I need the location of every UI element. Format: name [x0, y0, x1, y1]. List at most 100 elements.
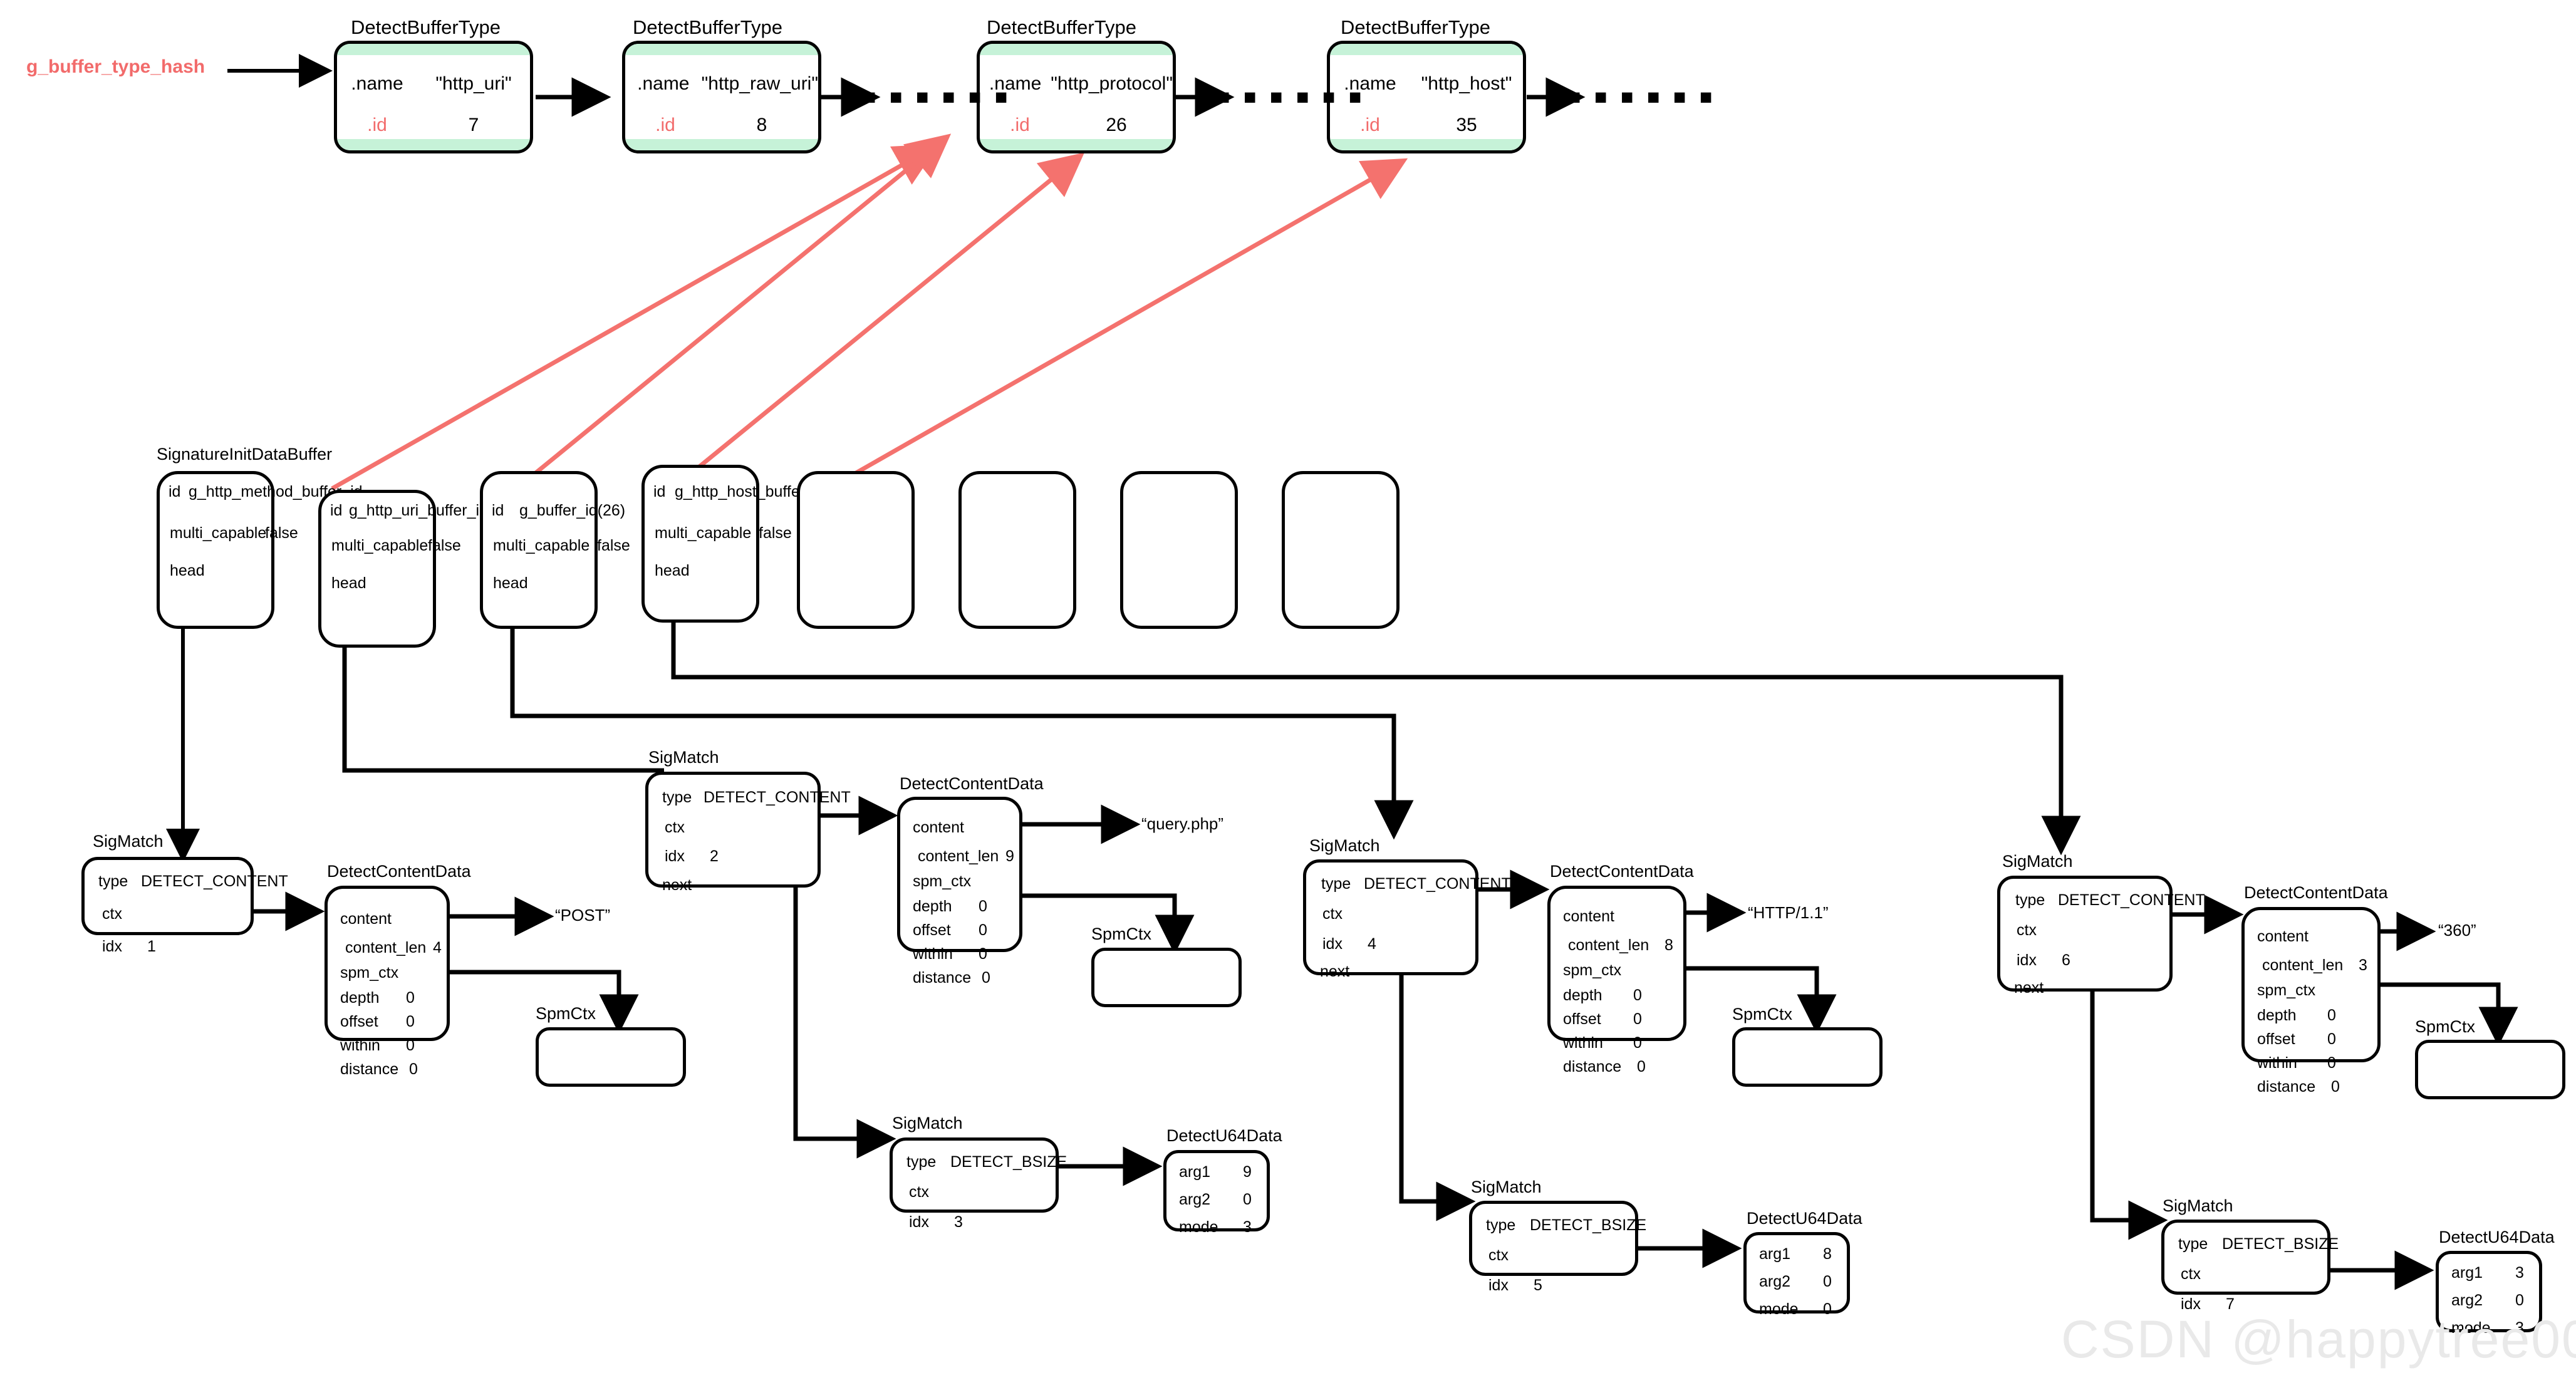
content-len-key: content_len: [1568, 936, 1649, 954]
card-band-top: [980, 44, 1173, 55]
cell-multi-value: false: [597, 537, 630, 554]
cell-multi-key: multi_capable: [655, 524, 752, 542]
detect-u64-data-box-3[interactable]: arg1 8 arg2 0 mode 0: [1743, 1232, 1850, 1317]
sigmatch-caption-4: SigMatch: [2002, 852, 2073, 871]
init-data-buffer-cell-1[interactable]: id g_http_uri_buffer_id multi_capable fa…: [318, 490, 488, 648]
field-value-id: 35: [1456, 115, 1477, 135]
spm-ctx-key: spm_ctx: [340, 964, 399, 982]
spmctx-caption-1: SpmCtx: [536, 1004, 596, 1023]
distance-value: 0: [1637, 1058, 1646, 1075]
field-value-name: "http_raw_uri": [701, 73, 818, 94]
sigmatch-ctx-key: ctx: [1322, 905, 1343, 923]
field-key-id: .id: [1360, 115, 1380, 135]
sigmatch-caption-3: SigMatch: [1309, 836, 1380, 855]
sigmatch-bsize-box-2[interactable]: type DETECT_BSIZE ctx idx 3: [890, 1137, 1067, 1230]
sigmatch-idx-key: idx: [909, 1213, 929, 1231]
cell-multi-key: multi_capable: [331, 537, 428, 554]
within-key: within: [1563, 1034, 1603, 1052]
cell-multi-key: multi_capable: [493, 537, 590, 554]
spmctx-box-2[interactable]: [1091, 948, 1242, 1007]
field-key-id: .id: [655, 115, 675, 135]
field-value-id: 8: [756, 115, 767, 135]
sigmatch-idx-value: 3: [954, 1213, 963, 1231]
arg1-value: 8: [1823, 1245, 1832, 1263]
distance-value: 0: [409, 1060, 418, 1078]
ellipsis-dots-1: ■ ■ ■ ■ ■ ■: [863, 85, 1012, 109]
offset-key: offset: [913, 921, 951, 939]
init-data-buffer-cell-5[interactable]: [958, 471, 1076, 629]
connector-layer: [153, 54, 2518, 1290]
sigmatch-caption-4b: SigMatch: [2163, 1196, 2233, 1215]
init-data-buffer-cell-7[interactable]: [1282, 471, 1400, 629]
within-value: 0: [2327, 1054, 2336, 1072]
detect-content-data-box-2[interactable]: content content_len 9 spm_ctx depth 0 of…: [897, 797, 1022, 986]
field-value-id: 26: [1106, 115, 1127, 135]
sigmatch-type-value: DETECT_BSIZE: [1530, 1216, 1647, 1234]
sigmatch-type-key: type: [2178, 1235, 2208, 1253]
field-key-id: .id: [367, 115, 387, 135]
cell-multi-value: false: [759, 524, 792, 542]
init-data-buffer-cell-3[interactable]: id g_http_host_buffer_id(35) multi_capab…: [641, 465, 854, 623]
sigmatch-type-value: DETECT_BSIZE: [2222, 1235, 2339, 1253]
spm-ctx-key: spm_ctx: [2257, 982, 2316, 999]
cell-multi-value: false: [428, 537, 461, 554]
u64-caption-4: DetectU64Data: [2439, 1228, 2555, 1246]
depth-key: depth: [340, 989, 380, 1007]
card-band-bottom: [625, 139, 818, 150]
distance-key: distance: [1563, 1058, 1622, 1075]
arg2-key: arg2: [1179, 1191, 1211, 1208]
root-pointer-label: g_buffer_type_hash: [26, 56, 205, 77]
card-band-bottom: [980, 139, 1173, 150]
sigmatch-box-1[interactable]: type DETECT_CONTENT ctx idx 1: [81, 857, 288, 955]
within-value: 0: [979, 945, 987, 963]
sigmatch-box-4[interactable]: type DETECT_CONTENT ctx idx 6 next: [1997, 876, 2205, 996]
diagram-canvas: g_buffer_type_hash DetectBufferType .nam…: [0, 0, 2576, 1373]
buffer-type-caption-1: DetectBufferType: [633, 16, 782, 38]
field-value-id: 7: [468, 115, 479, 135]
detect-content-data-box-4[interactable]: content content_len 3 spm_ctx depth 0 of…: [2241, 907, 2381, 1095]
sigmatch-type-key: type: [1486, 1216, 1516, 1234]
arg1-value: 3: [2515, 1264, 2524, 1282]
init-data-buffer-cell-0[interactable]: id g_http_method_buffer_id multi_capable…: [157, 471, 363, 629]
detect-buffer-type-card-0[interactable]: .name "http_uri" .id 7: [334, 41, 533, 153]
init-data-buffer-cell-4[interactable]: [797, 471, 915, 629]
card-band-top: [337, 44, 530, 55]
content-len-value: 8: [1665, 936, 1673, 954]
sigmatch-next-key: next: [662, 876, 692, 894]
field-key-name: .name: [637, 73, 690, 94]
depth-value: 0: [1633, 987, 1642, 1004]
content-literal-1: “POST”: [555, 906, 611, 925]
detect-content-data-box-3[interactable]: content content_len 8 spm_ctx depth 0 of…: [1547, 886, 1686, 1075]
cell-id-key: id: [653, 483, 666, 500]
depth-key: depth: [1563, 987, 1602, 1004]
field-value-name: "http_protocol": [1051, 73, 1173, 94]
spmctx-box-3[interactable]: [1732, 1027, 1883, 1087]
sigmatch-bsize-box-4[interactable]: type DETECT_BSIZE ctx idx 7: [2161, 1220, 2339, 1312]
sigmatch-box-2[interactable]: type DETECT_CONTENT ctx idx 2 next: [645, 772, 851, 893]
arg1-key: arg1: [1759, 1245, 1791, 1263]
content-len-value: 9: [1005, 847, 1014, 865]
detect-buffer-type-card-1[interactable]: .name "http_raw_uri" .id 8: [622, 41, 821, 153]
arg1-key: arg1: [1179, 1163, 1211, 1181]
arg2-key: arg2: [1759, 1273, 1791, 1290]
init-data-buffer-cell-2[interactable]: id g_buffer_id(26) multi_capable false h…: [480, 471, 630, 629]
content-len-key: content_len: [345, 939, 427, 956]
detect-content-data-box-1[interactable]: content content_len 4 spm_ctx depth 0 of…: [325, 886, 450, 1077]
spmctx-box-1[interactable]: [536, 1027, 686, 1087]
sigmatch-box-3[interactable]: type DETECT_CONTENT ctx idx 4 next: [1303, 859, 1511, 980]
u64-caption-3: DetectU64Data: [1747, 1209, 1862, 1228]
depth-key: depth: [913, 898, 952, 915]
init-data-buffer-cell-6[interactable]: [1120, 471, 1238, 629]
detect-u64-data-box-2[interactable]: arg1 9 arg2 0 mode 3: [1163, 1150, 1270, 1235]
u64-caption-2: DetectU64Data: [1166, 1126, 1282, 1145]
field-key-name: .name: [351, 73, 403, 94]
sigmatch-ctx-key: ctx: [665, 819, 685, 836]
sigmatch-bsize-box-3[interactable]: type DETECT_BSIZE ctx idx 5: [1469, 1201, 1646, 1293]
sigmatch-idx-value: 5: [1534, 1277, 1542, 1294]
content-key: content: [1563, 908, 1615, 925]
spmctx-box-4[interactable]: [2415, 1040, 2565, 1099]
buffer-type-caption-2: DetectBufferType: [987, 16, 1136, 38]
sigmatch-idx-key: idx: [1322, 935, 1343, 953]
field-value-name: "http_uri": [435, 73, 512, 94]
content-len-key: content_len: [918, 847, 999, 865]
